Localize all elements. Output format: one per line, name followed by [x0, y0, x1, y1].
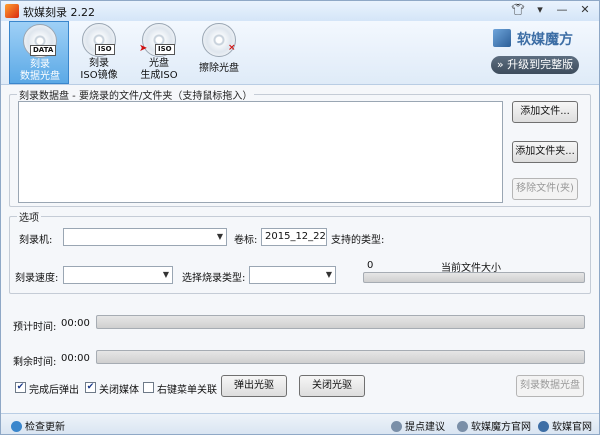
burn-type-select[interactable]: ▼ [249, 266, 336, 284]
file-size-value: 0 [367, 260, 374, 271]
arrow-icon: ➤ [139, 43, 148, 54]
remaining-progress-bar [96, 350, 585, 364]
burn-data-disc-button[interactable]: 刻录数据光盘 [516, 375, 584, 397]
eject-after-checkbox[interactable]: ✔ [15, 382, 26, 393]
context-menu-label: 右键菜单关联 [157, 385, 217, 396]
tool-label-line2: 数据光盘 [20, 71, 60, 82]
mofang-site-link[interactable]: 软媒魔方官网 [457, 418, 531, 433]
tool-label-line2: 生成ISO [140, 70, 178, 81]
eject-after-label: 完成后弹出 [29, 385, 79, 396]
tool-burn-data-disc[interactable]: DATA 刻录 数据光盘 [9, 21, 69, 84]
ruanmei-site-label: 软媒官网 [552, 422, 592, 433]
files-group: 刻录数据盘 - 要烧录的文件/文件夹（支持鼠标拖入） 添加文件... 添加文件夹… [9, 87, 591, 207]
burner-select[interactable]: ▼ [63, 228, 227, 246]
close-button[interactable]: ✕ [573, 2, 597, 18]
close-drive-button[interactable]: 关闭光驱 [299, 375, 365, 397]
estimated-time-label: 预计时间: [13, 322, 57, 333]
minimize-button[interactable]: — [551, 2, 573, 18]
globe-icon [457, 421, 468, 432]
globe-icon [538, 421, 549, 432]
upgrade-icon: » [496, 58, 504, 71]
tool-create-iso[interactable]: ➤ ISO 光盘 生成ISO [129, 21, 189, 84]
toolbar: DATA 刻录 数据光盘 ISO 刻录 ISO镜像 ➤ ISO 光盘 生成ISO [1, 21, 599, 85]
mofang-site-label: 软媒魔方官网 [471, 422, 531, 433]
data-tag: DATA [30, 45, 57, 56]
remaining-time-value: 00:00 [61, 353, 90, 364]
status-bar: 检查更新 提点建议 软媒魔方官网 软媒官网 [1, 413, 599, 434]
context-menu-checkbox[interactable] [143, 382, 154, 393]
volume-input[interactable]: 2015_12_22 [261, 228, 327, 246]
skin-icon[interactable]: 👕︎ [507, 2, 529, 18]
app-logo-icon [5, 4, 19, 18]
tool-burn-iso[interactable]: ISO 刻录 ISO镜像 [69, 21, 129, 84]
add-file-button[interactable]: 添加文件... [512, 101, 578, 123]
estimated-time-value: 00:00 [61, 318, 90, 329]
tool-label-line1: 刻录 [89, 58, 109, 69]
upgrade-button[interactable]: » 升级到完整版 [491, 56, 579, 74]
tool-label-line1: 擦除光盘 [199, 63, 239, 74]
estimated-progress-bar [96, 315, 585, 329]
options-group-title: 选项 [17, 209, 41, 224]
file-list[interactable] [18, 101, 503, 203]
volume-label: 卷标: [234, 235, 258, 246]
feedback-label: 提点建议 [405, 422, 445, 433]
supported-types-label: 支持的类型: [331, 235, 385, 246]
upgrade-label: 升级到完整版 [507, 58, 574, 71]
files-group-title: 刻录数据盘 - 要烧录的文件/文件夹（支持鼠标拖入） [17, 87, 255, 102]
burner-label: 刻录机: [19, 235, 53, 246]
title-bar: 软媒刻录 2.22 👕︎ ▾ — ✕ [1, 1, 599, 21]
window-title: 软媒刻录 2.22 [23, 6, 95, 19]
tool-label-line1: 刻录 [30, 59, 50, 70]
brand-logo[interactable]: 软媒魔方 [493, 27, 593, 49]
speed-select[interactable]: ▼ [63, 266, 173, 284]
iso-tag: ISO [155, 44, 175, 55]
add-folder-button[interactable]: 添加文件夹... [512, 141, 578, 163]
ruanmei-site-link[interactable]: 软媒官网 [538, 418, 592, 433]
remove-button[interactable]: 移除文件(夹) [512, 178, 578, 200]
brand-name: 软媒魔方 [517, 32, 573, 48]
cube-icon [493, 29, 511, 47]
feedback-link[interactable]: 提点建议 [391, 418, 445, 433]
chevron-down-icon: ▼ [216, 232, 223, 241]
app-window: 软媒刻录 2.22 👕︎ ▾ — ✕ DATA 刻录 数据光盘 ISO 刻录 I… [0, 0, 600, 435]
chevron-down-icon: ▼ [325, 270, 332, 279]
update-icon [11, 421, 22, 432]
eject-drive-button[interactable]: 弹出光驱 [221, 375, 287, 397]
close-media-checkbox[interactable]: ✔ [85, 382, 96, 393]
options-group: 选项 刻录机: ▼ 卷标: 2015_12_22 支持的类型: 刻录速度: ▼ … [9, 209, 591, 294]
iso-tag: ISO [95, 44, 115, 55]
tool-label-line1: 光盘 [149, 58, 169, 69]
close-media-label: 关闭媒体 [99, 385, 139, 396]
menu-icon[interactable]: ▾ [529, 2, 551, 18]
erase-x-icon: × [228, 43, 236, 53]
tool-erase-disc[interactable]: × 擦除光盘 [189, 21, 249, 84]
remaining-time-label: 剩余时间: [13, 357, 57, 368]
chevron-down-icon: ▼ [162, 270, 169, 279]
file-size-bar [363, 272, 585, 283]
check-update-label: 检查更新 [25, 422, 65, 433]
speed-label: 刻录速度: [15, 273, 59, 284]
check-update-link[interactable]: 检查更新 [11, 418, 65, 433]
feedback-icon [391, 421, 402, 432]
tool-label-line2: ISO镜像 [80, 70, 118, 81]
burn-type-label: 选择烧录类型: [182, 273, 246, 284]
